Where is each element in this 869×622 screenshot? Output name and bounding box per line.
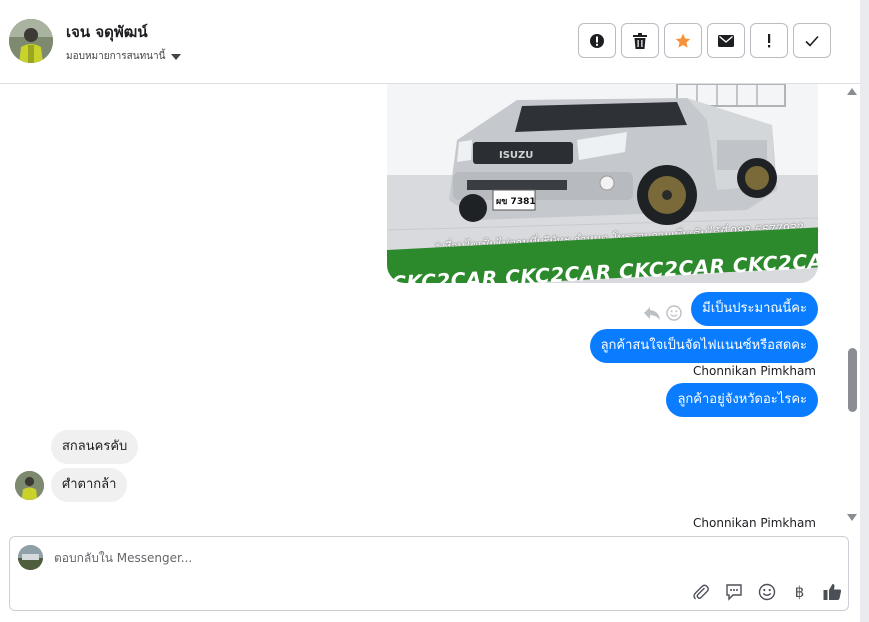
scroll-down-arrow-icon[interactable] xyxy=(847,514,857,521)
trash-icon xyxy=(633,32,647,49)
page-avatar xyxy=(18,545,43,570)
window-edge xyxy=(860,0,869,622)
composer-tools: ฿ xyxy=(690,581,843,602)
envelope-icon xyxy=(718,34,734,47)
speech-bubble-icon[interactable] xyxy=(723,581,744,602)
message-thread[interactable]: ISUZU ผข 7381 *เงื่อนไขเป็นไปตามที่บริษั… xyxy=(0,84,842,530)
mark-unread-button[interactable] xyxy=(707,23,745,58)
car-photo-attachment[interactable]: ISUZU ผข 7381 *เงื่อนไขเป็นไปตามที่บริษั… xyxy=(387,84,818,283)
contact-avatar[interactable] xyxy=(9,19,53,63)
outgoing-message[interactable]: ลูกค้าสนใจเป็นจัดไฟแนนซ์หรือสดคะ xyxy=(589,329,818,363)
scroll-thumb[interactable] xyxy=(848,348,857,412)
assign-conversation-dropdown[interactable]: มอบหมายการสนทนานี้ xyxy=(66,49,182,64)
mark-done-button[interactable] xyxy=(793,23,831,58)
sender-name: Chonnikan Pimkham xyxy=(693,516,816,530)
thread-scrollbar[interactable] xyxy=(842,84,860,530)
contact-avatar-small xyxy=(15,471,44,500)
action-toolbar xyxy=(578,23,831,58)
follow-up-button[interactable] xyxy=(750,23,788,58)
license-plate: ผข 7381 xyxy=(496,197,536,207)
contact-name: เจน จดุพัฒน์ xyxy=(66,23,148,41)
mark-spam-button[interactable] xyxy=(578,23,616,58)
paperclip-icon[interactable] xyxy=(690,581,711,602)
exclamation-icon xyxy=(767,33,771,48)
star-icon xyxy=(675,33,691,49)
thumbs-up-icon[interactable] xyxy=(822,581,843,602)
baht-icon[interactable]: ฿ xyxy=(789,581,810,602)
sender-name: Chonnikan Pimkham xyxy=(693,364,816,378)
smiley-icon[interactable] xyxy=(756,581,777,602)
star-button[interactable] xyxy=(664,23,702,58)
conversation-header: เจน จดุพัฒน์ มอบหมายการสนทนานี้ xyxy=(0,0,860,84)
brand-badge: ISUZU xyxy=(499,150,533,161)
checkmark-icon xyxy=(805,35,819,47)
reply-input[interactable] xyxy=(54,551,654,565)
assign-label: มอบหมายการสนทนานี้ xyxy=(66,51,166,62)
react-smiley-icon[interactable] xyxy=(666,305,682,325)
delete-button[interactable] xyxy=(621,23,659,58)
caret-down-icon xyxy=(171,53,182,60)
outgoing-message[interactable]: มีเป็นประมาณนี้คะ xyxy=(691,292,818,326)
scroll-up-arrow-icon[interactable] xyxy=(847,88,857,95)
alert-circle-icon xyxy=(589,33,605,49)
outgoing-message[interactable]: ลูกค้าอยู่จังหวัดอะไรคะ xyxy=(666,383,818,417)
incoming-message[interactable]: ศำตากล้า xyxy=(51,468,128,502)
incoming-message[interactable]: สกลนครคับ xyxy=(51,430,139,464)
message-composer: ฿ xyxy=(9,536,849,611)
reply-icon[interactable] xyxy=(643,305,661,325)
